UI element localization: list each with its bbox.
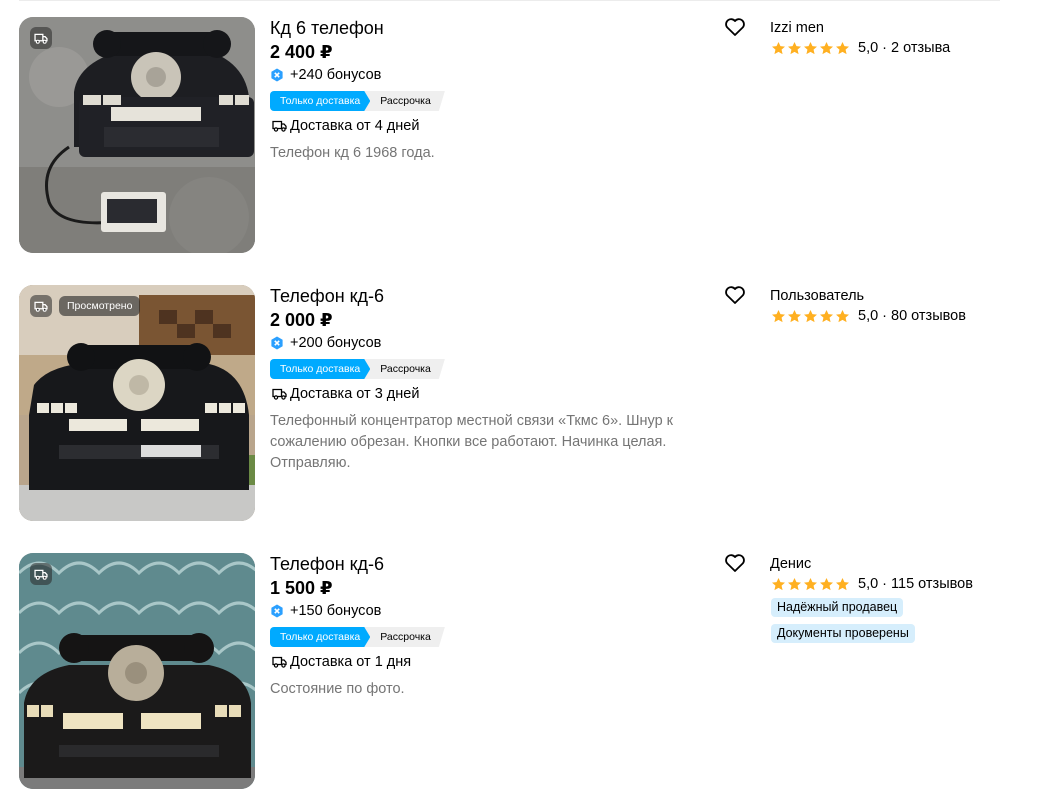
- separator-dot: ·: [882, 576, 888, 592]
- rating-score: 5,0: [858, 576, 879, 592]
- star-icon: [772, 41, 785, 54]
- bonus-text: +200 бонусов: [290, 335, 382, 351]
- phone-photo-image: [19, 553, 255, 789]
- phone-photo-image: [19, 17, 255, 253]
- listing-item: Просмотрено Телефон кд-6 2 000 ₽ +200 бо…: [0, 285, 1062, 525]
- star-icon: [820, 309, 833, 322]
- bonus-info: +200 бонусов: [270, 334, 381, 352]
- reviews-link[interactable]: 115 отзывов: [891, 576, 973, 592]
- item-description: Состояние по фото.: [270, 681, 405, 697]
- phone-photo-image: [19, 285, 255, 521]
- delivery-info: Доставка от 4 дней: [272, 117, 419, 135]
- listing-item: Телефон кд-6 1 500 ₽ +150 бонусов Только…: [0, 553, 1062, 793]
- heart-icon[interactable]: [724, 17, 746, 37]
- star-icon: [788, 577, 801, 590]
- separator-dot: ·: [882, 40, 888, 56]
- rating-stars: [771, 309, 851, 324]
- delivery-badge: [30, 563, 52, 585]
- item-tags: Только доставка Рассрочка: [270, 627, 445, 647]
- seller-name[interactable]: Денис: [770, 556, 811, 572]
- delivery-truck-icon: [272, 120, 287, 132]
- item-description: Телефонный концентратор местной связи «Т…: [270, 413, 674, 471]
- star-icon: [836, 577, 849, 590]
- star-icon: [836, 41, 849, 54]
- star-icon: [820, 41, 833, 54]
- listing-item: Кд 6 телефон 2 400 ₽ +240 бонусов Только…: [0, 17, 1062, 257]
- seller-rating: 5,0 · 2 отзыва: [771, 39, 950, 57]
- delivery-truck-icon: [272, 388, 287, 400]
- item-title[interactable]: Телефон кд-6: [270, 286, 384, 307]
- delivery-badge: [30, 27, 52, 49]
- star-icon: [804, 309, 817, 322]
- star-icon: [788, 41, 801, 54]
- tag-installment: Рассрочка: [364, 91, 445, 111]
- star-icon: [804, 577, 817, 590]
- delivery-badge: [30, 295, 52, 317]
- heart-icon[interactable]: [724, 285, 746, 305]
- star-icon: [804, 41, 817, 54]
- bonus-icon: [271, 604, 283, 618]
- rating-score: 5,0: [858, 40, 879, 56]
- item-description: Телефон кд 6 1968 года.: [270, 145, 435, 161]
- item-title[interactable]: Кд 6 телефон: [270, 18, 384, 39]
- bonus-icon: [271, 68, 283, 82]
- item-tags: Только доставка Рассрочка: [270, 91, 445, 111]
- item-title[interactable]: Телефон кд-6: [270, 554, 384, 575]
- reviews-link[interactable]: 80 отзывов: [891, 308, 966, 324]
- documents-verified-badge: Документы проверены: [771, 624, 915, 643]
- tag-installment: Рассрочка: [364, 627, 445, 647]
- star-icon: [820, 577, 833, 590]
- rating-stars: [771, 41, 851, 56]
- heart-icon[interactable]: [724, 553, 746, 573]
- delivery-truck-icon: [34, 569, 48, 580]
- item-price: 2 400 ₽: [270, 42, 333, 62]
- bonus-icon: [271, 336, 283, 350]
- star-icon: [772, 577, 785, 590]
- delivery-info: Доставка от 1 дня: [272, 653, 411, 671]
- bonus-info: +240 бонусов: [270, 66, 381, 84]
- item-price: 1 500 ₽: [270, 578, 333, 598]
- delivery-text: Доставка от 4 дней: [290, 118, 420, 134]
- tag-only-delivery: Только доставка: [270, 627, 370, 647]
- delivery-truck-icon: [272, 656, 287, 668]
- seller-name[interactable]: Пользователь: [770, 288, 864, 304]
- bonus-text: +240 бонусов: [290, 67, 382, 83]
- item-photo[interactable]: [19, 17, 255, 253]
- tag-only-delivery: Только доставка: [270, 91, 370, 111]
- rating-stars: [771, 577, 851, 592]
- separator-dot: ·: [882, 308, 888, 324]
- item-photo[interactable]: Просмотрено: [19, 285, 255, 521]
- tag-installment: Рассрочка: [364, 359, 445, 379]
- viewed-badge: Просмотрено: [59, 296, 141, 316]
- delivery-info: Доставка от 3 дней: [272, 385, 419, 403]
- delivery-text: Доставка от 1 дня: [290, 654, 412, 670]
- delivery-truck-icon: [34, 33, 48, 44]
- seller-rating: 5,0 · 115 отзывов: [771, 575, 973, 593]
- seller-name[interactable]: Izzi men: [770, 20, 824, 36]
- star-icon: [836, 309, 849, 322]
- star-icon: [788, 309, 801, 322]
- item-price: 2 000 ₽: [270, 310, 333, 330]
- seller-rating: 5,0 · 80 отзывов: [771, 307, 966, 325]
- bonus-text: +150 бонусов: [290, 603, 382, 619]
- bonus-info: +150 бонусов: [270, 602, 381, 620]
- reviews-link[interactable]: 2 отзыва: [891, 40, 950, 56]
- rating-score: 5,0: [858, 308, 879, 324]
- star-icon: [772, 309, 785, 322]
- reliable-seller-badge: Надёжный продавец: [771, 598, 904, 617]
- top-divider: [19, 0, 1000, 1]
- tag-only-delivery: Только доставка: [270, 359, 370, 379]
- item-photo[interactable]: [19, 553, 255, 789]
- delivery-truck-icon: [34, 301, 48, 312]
- delivery-text: Доставка от 3 дней: [290, 386, 420, 402]
- item-tags: Только доставка Рассрочка: [270, 359, 445, 379]
